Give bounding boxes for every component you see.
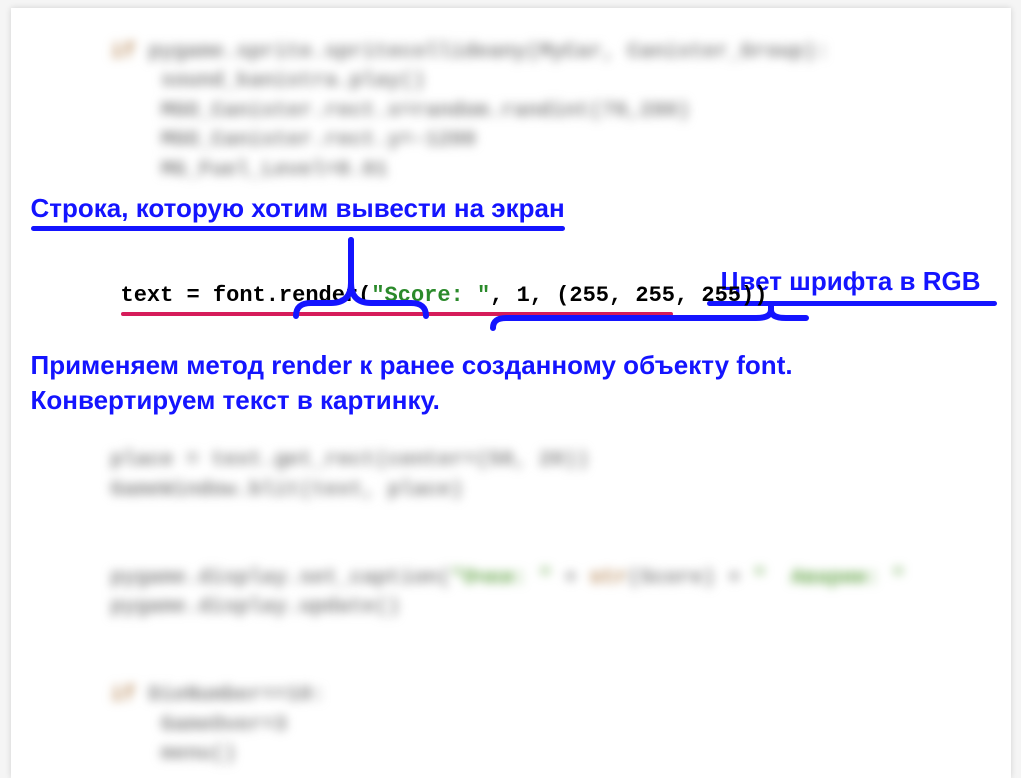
underline-annotation1 (31, 226, 565, 231)
underline-code-red (121, 312, 673, 316)
annotation-explanation: Применяем метод render к ранее созданном… (11, 348, 1011, 418)
document-page: if pygame.sprite.spritecollideany(MyCar,… (11, 8, 1011, 778)
annotation-string-label: Строка, которую хотим вывести на экран (11, 193, 1011, 224)
main-code-line-wrap: text = font.render("Score: ", 1, (255, 2… (11, 283, 1011, 316)
blurred-code-top: if pygame.sprite.spritecollideany(MyCar,… (11, 38, 1011, 185)
main-code-line: text = font.render("Score: ", 1, (255, 2… (11, 283, 1011, 308)
blurred-code-bottom: place = text.get_rect(center=(50, 20)) G… (11, 446, 1011, 769)
